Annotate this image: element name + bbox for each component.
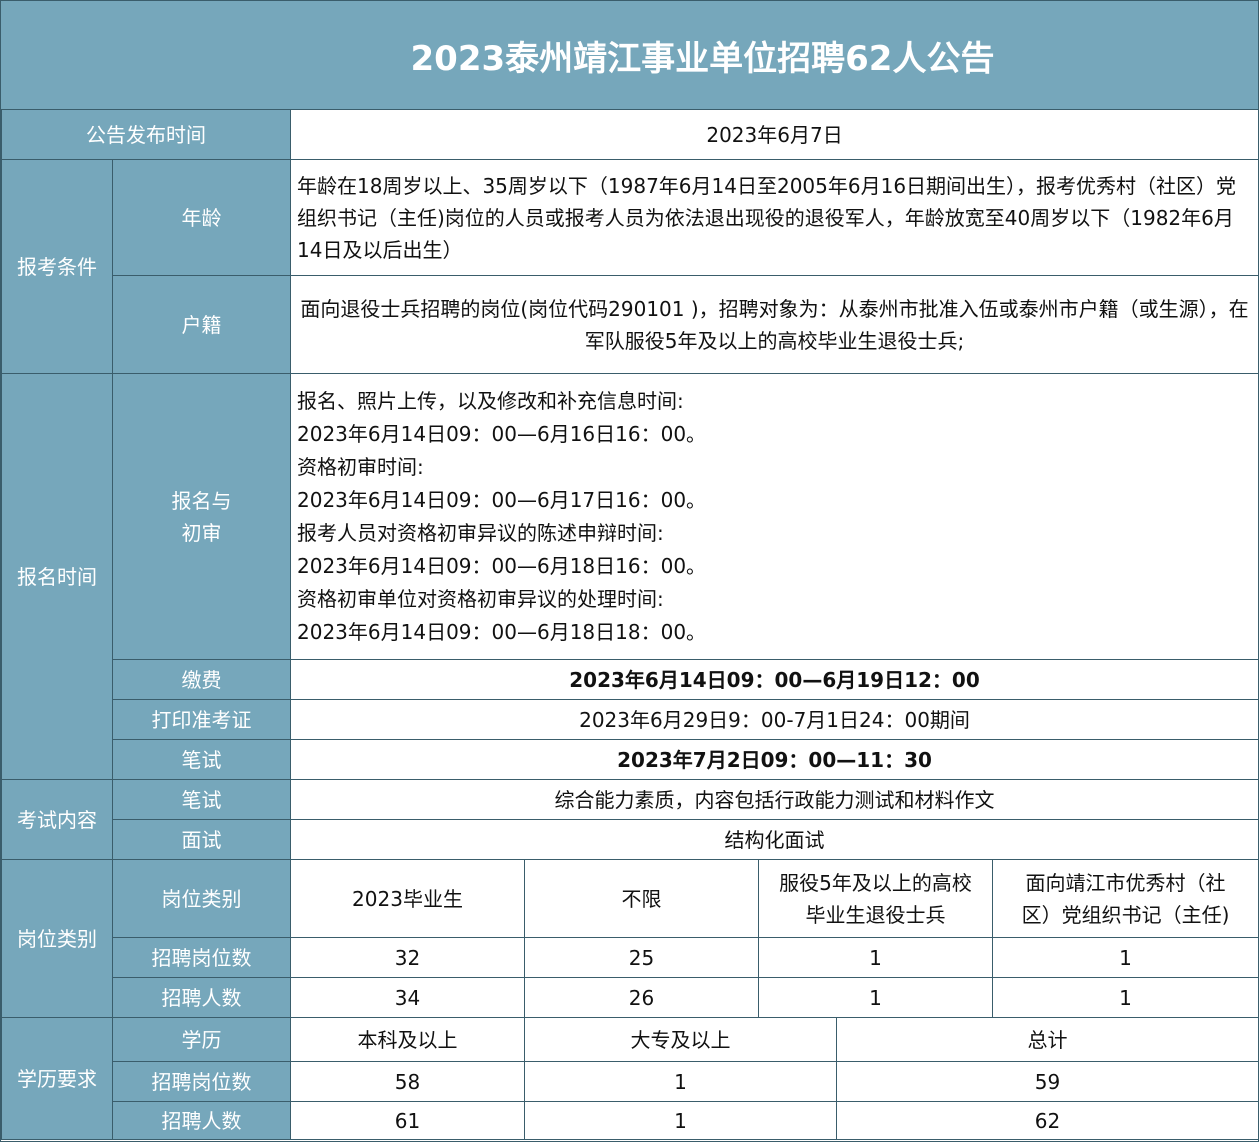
education-posts-row: 招聘岗位数 58 1 59 — [2, 1061, 1259, 1102]
residence-value: 面向退役士兵招聘的岗位(岗位代码290101 )，招聘对象为：从泰州市批准入伍或… — [289, 275, 1259, 374]
table-cell: 本科及以上 — [290, 1017, 525, 1062]
table-cell: 58 — [290, 1061, 525, 1102]
schedule-line: 2023年6月14日09：00—6月17日16：00。 — [297, 487, 707, 512]
exam-written-row: 考试内容 笔试 综合能力素质，内容包括行政能力测试和材料作文 — [1, 779, 1259, 860]
table-cell: 25 — [524, 937, 759, 978]
signup-label-line1: 报名与 — [171, 488, 232, 513]
positions-posts-label: 招聘岗位数 — [112, 937, 291, 978]
schedule-line: 资格初审时间: — [297, 454, 424, 479]
table-cell: 1 — [991, 977, 1259, 1018]
position-category: 服役5年及以上的高校 毕业生退役士兵 — [758, 859, 993, 938]
positions-posts-row: 招聘岗位数 32 25 1 1 — [2, 937, 1259, 978]
table-cell: 1 — [758, 977, 993, 1018]
positions-people-label: 招聘人数 — [112, 977, 291, 1018]
table-cell: 1 — [758, 937, 993, 978]
admit-row: 打印准考证 2023年6月29日9：00-7月1日24：00期间 — [2, 699, 1259, 740]
table-cell: 总计 — [835, 1017, 1259, 1062]
publish-row: 公告发布时间 2023年6月7日 — [1, 109, 1259, 160]
fee-value: 2023年6月14日09：00—6月19日12：00 — [289, 659, 1259, 700]
announcement-page: 2023泰州靖江事业单位招聘62人公告 公告发布时间 2023年6月7日 报考条… — [0, 0, 1259, 1142]
written-time-label: 笔试 — [112, 739, 291, 780]
publish-label: 公告发布时间 — [1, 109, 291, 160]
education-header-row: 学历要求 学历 本科及以上 大专及以上 总计 — [1, 1017, 1259, 1140]
signup-schedule: 报名、照片上传，以及修改和补充信息时间: 2023年6月14日09：00—6月1… — [289, 373, 1259, 660]
table-cell: 59 — [835, 1061, 1259, 1102]
schedule-line: 资格初审单位对资格初审异议的处理时间: — [297, 586, 664, 611]
table-cell: 1 — [524, 1101, 837, 1140]
positions-people-row: 招聘人数 34 26 1 1 — [2, 977, 1259, 1018]
table-cell: 大专及以上 — [524, 1017, 837, 1062]
announcement-table: 公告发布时间 2023年6月7日 报考条件 年龄 年龄在18周岁以上、35周岁以… — [1, 109, 1259, 1140]
schedule-line: 2023年6月14日09：00—6月18日16：00。 — [297, 553, 707, 578]
positions-header-label: 岗位类别 — [112, 859, 291, 938]
education-people-row: 招聘人数 61 1 62 — [2, 1101, 1259, 1140]
position-category: 2023毕业生 — [290, 859, 525, 938]
table-cell: 34 — [290, 977, 525, 1018]
fee-label: 缴费 — [112, 659, 291, 700]
position-category: 不限 — [524, 859, 759, 938]
admit-label: 打印准考证 — [112, 699, 291, 740]
schedule-line: 2023年6月14日09：00—6月18日18：00。 — [297, 619, 707, 644]
fee-row: 缴费 2023年6月14日09：00—6月19日12：00 — [2, 659, 1259, 700]
schedule-line: 2023年6月14日09：00—6月16日16：00。 — [297, 421, 707, 446]
exam-written-value: 综合能力素质，内容包括行政能力测试和材料作文 — [289, 779, 1259, 820]
table-cell: 61 — [290, 1101, 525, 1140]
signup-label: 报名与 初审 — [112, 373, 291, 660]
table-cell: 26 — [524, 977, 759, 1018]
positions-header-row: 岗位类别 岗位类别 2023毕业生 不限 服役5年及以上的高校 毕业生退役士兵 … — [1, 859, 1259, 1018]
age-value: 年龄在18周岁以上、35周岁以下（1987年6月14日至2005年6月16日期间… — [289, 159, 1259, 276]
page-title: 2023泰州靖江事业单位招聘62人公告 — [410, 38, 995, 79]
written-time-row: 笔试 2023年7月2日09：00—11：30 — [2, 739, 1259, 780]
title-bar: 2023泰州靖江事业单位招聘62人公告 — [1, 1, 1258, 109]
registration-label: 报名时间 — [1, 373, 113, 780]
exam-interview-row: 面试 结构化面试 — [2, 819, 1259, 860]
education-people-label: 招聘人数 — [112, 1101, 291, 1140]
admit-value: 2023年6月29日9：00-7月1日24：00期间 — [289, 699, 1259, 740]
table-cell: 32 — [290, 937, 525, 978]
table-cell: 1 — [991, 937, 1259, 978]
education-posts-label: 招聘岗位数 — [112, 1061, 291, 1102]
schedule-line: 报名、照片上传，以及修改和补充信息时间: — [297, 388, 684, 413]
schedule-line: 报考人员对资格初审异议的陈述申辩时间: — [297, 520, 664, 545]
exam-content-label: 考试内容 — [1, 779, 113, 860]
signup-label-line2: 初审 — [181, 520, 222, 545]
position-category: 面向靖江市优秀村（社 区）党组织书记（主任) — [991, 859, 1259, 938]
education-label: 学历要求 — [1, 1017, 113, 1140]
signup-row: 报名时间 报名与 初审 报名、照片上传，以及修改和补充信息时间: 2023年6月… — [1, 373, 1259, 780]
written-time-value: 2023年7月2日09：00—11：30 — [289, 739, 1259, 780]
education-header-label: 学历 — [112, 1017, 291, 1062]
exam-interview-label: 面试 — [112, 819, 291, 860]
table-cell: 62 — [835, 1101, 1259, 1140]
conditions-label: 报考条件 — [1, 159, 113, 374]
residence-row: 户籍 面向退役士兵招聘的岗位(岗位代码290101 )，招聘对象为：从泰州市批准… — [2, 275, 1259, 374]
table-cell: 1 — [524, 1061, 837, 1102]
exam-written-label: 笔试 — [112, 779, 291, 820]
publish-value: 2023年6月7日 — [289, 109, 1259, 160]
residence-label: 户籍 — [112, 275, 291, 374]
positions-label: 岗位类别 — [1, 859, 113, 1018]
age-row: 报考条件 年龄 年龄在18周岁以上、35周岁以下（1987年6月14日至2005… — [1, 159, 1259, 374]
age-label: 年龄 — [112, 159, 291, 276]
exam-interview-value: 结构化面试 — [289, 819, 1259, 860]
